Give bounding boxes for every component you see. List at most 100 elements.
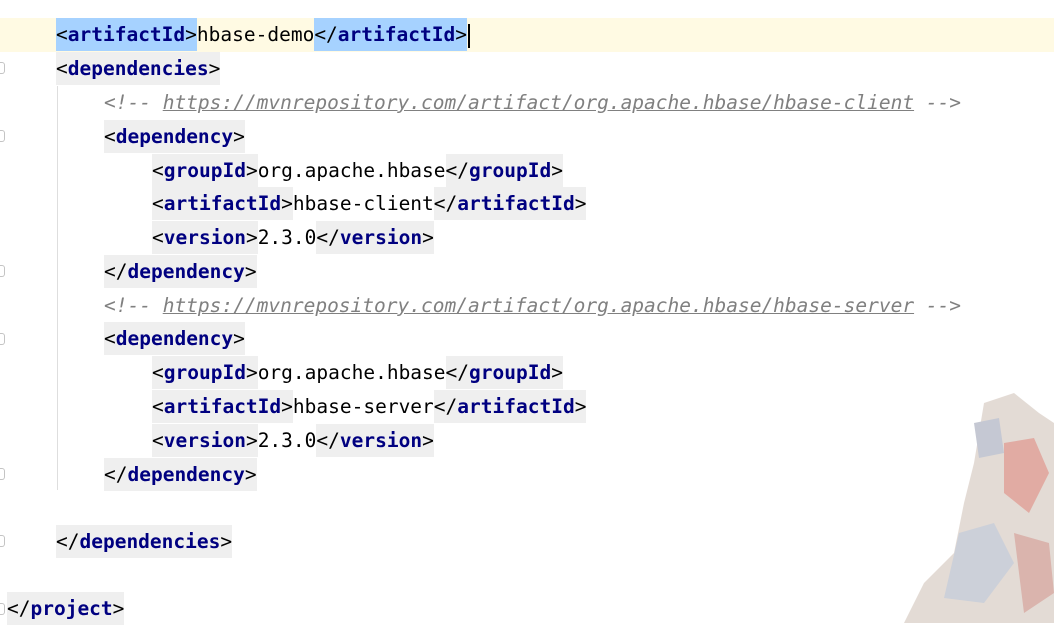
- code-line[interactable]: <version>2.3.0</version>: [152, 221, 434, 254]
- tag-name: version: [163, 429, 246, 452]
- xml-close-tag: </groupId>: [445, 154, 563, 187]
- tag-bracket: >: [281, 192, 293, 215]
- xml-close-tag: </dependency>: [104, 458, 257, 491]
- tag-name: groupId: [163, 361, 246, 384]
- xml-comment: <!-- https://mvnrepository.com/artifact/…: [104, 91, 961, 114]
- code-line[interactable]: <artifactId>hbase-server</artifactId>: [152, 390, 587, 423]
- xml-close-tag: </groupId>: [445, 356, 563, 389]
- xml-open-tag: <version>: [152, 221, 258, 254]
- code-line[interactable]: <version>2.3.0</version>: [152, 424, 434, 457]
- tag-bracket: <: [152, 395, 164, 418]
- code-line[interactable]: </dependency>: [104, 458, 257, 491]
- tag-bracket: </: [316, 429, 340, 452]
- code-line[interactable]: </dependency>: [104, 255, 257, 288]
- tag-bracket: >: [281, 395, 293, 418]
- xml-close-tag: </version>: [316, 424, 434, 457]
- tag-bracket: </: [104, 260, 128, 283]
- tag-bracket: >: [112, 597, 125, 620]
- code-line[interactable]: <!-- https://mvnrepository.com/artifact/…: [104, 86, 961, 119]
- tag-value: hbase-demo: [196, 23, 315, 46]
- xml-open-tag: <dependencies>: [56, 52, 221, 85]
- fold-marker-icon[interactable]: [0, 265, 5, 277]
- tag-name: dependencies: [79, 530, 221, 553]
- comment-link[interactable]: https://mvnrepository.com/artifact/org.a…: [163, 294, 914, 317]
- tag-name: version: [339, 226, 423, 249]
- fold-marker-icon[interactable]: [0, 62, 5, 74]
- xml-open-tag: <artifactId>: [56, 18, 197, 51]
- tag-value: org.apache.hbase: [257, 159, 446, 182]
- xml-open-tag: <dependency>: [104, 322, 245, 355]
- tag-name: dependency: [115, 125, 234, 148]
- tag-bracket: </: [7, 597, 31, 620]
- tag-bracket: >: [185, 23, 197, 46]
- xml-close-tag: </artifactId>: [433, 187, 587, 220]
- xml-comment: <!-- https://mvnrepository.com/artifact/…: [104, 294, 961, 317]
- tag-bracket: >: [574, 395, 587, 418]
- tag-bracket: >: [233, 327, 245, 350]
- tag-bracket: <: [104, 125, 116, 148]
- tag-value: 2.3.0: [257, 226, 317, 249]
- tag-bracket: >: [422, 429, 434, 452]
- tag-bracket: >: [220, 530, 233, 553]
- fold-marker-icon[interactable]: [0, 468, 5, 480]
- tag-bracket: <: [152, 192, 164, 215]
- tag-bracket: </: [433, 395, 458, 418]
- tag-bracket: </: [445, 361, 470, 384]
- code-line[interactable]: <artifactId>hbase-demo</artifactId>: [56, 18, 470, 51]
- xml-open-tag: <artifactId>: [152, 390, 293, 423]
- xml-close-tag: </project>: [7, 592, 125, 625]
- tag-bracket: <: [152, 429, 164, 452]
- tag-name: groupId: [469, 361, 552, 384]
- code-line[interactable]: <dependency>: [104, 322, 245, 355]
- comment-delimiter: <!--: [104, 294, 163, 317]
- code-line[interactable]: <groupId>org.apache.hbase</groupId>: [152, 356, 563, 389]
- tag-name: dependency: [115, 327, 234, 350]
- comment-delimiter: -->: [914, 294, 962, 317]
- indent-guide: [57, 86, 58, 490]
- tag-bracket: >: [245, 159, 258, 182]
- tag-bracket: <: [152, 226, 164, 249]
- fold-marker-icon[interactable]: [0, 603, 5, 615]
- text-caret: [467, 23, 470, 48]
- tag-bracket: </: [104, 463, 128, 486]
- tag-bracket: >: [244, 260, 257, 283]
- tag-bracket: </: [316, 226, 340, 249]
- tag-bracket: >: [551, 159, 563, 182]
- code-line[interactable]: </project>: [7, 592, 125, 625]
- tag-bracket: </: [56, 530, 80, 553]
- tag-name: artifactId: [163, 192, 282, 215]
- xml-open-tag: <groupId>: [152, 356, 258, 389]
- code-line[interactable]: <groupId>org.apache.hbase</groupId>: [152, 154, 563, 187]
- xml-open-tag: <groupId>: [152, 154, 258, 187]
- fold-marker-icon[interactable]: [0, 535, 5, 547]
- tag-bracket: >: [551, 361, 563, 384]
- tag-name: dependencies: [67, 57, 209, 80]
- tag-bracket: </: [445, 159, 470, 182]
- tag-name: dependency: [127, 260, 245, 283]
- tag-bracket: >: [245, 226, 258, 249]
- tag-name: groupId: [469, 159, 552, 182]
- tag-bracket: >: [422, 226, 434, 249]
- xml-open-tag: <dependency>: [104, 120, 245, 153]
- xml-close-tag: </dependency>: [104, 255, 257, 288]
- xml-open-tag: <artifactId>: [152, 187, 293, 220]
- tag-bracket: >: [244, 463, 257, 486]
- code-line[interactable]: <dependency>: [104, 120, 245, 153]
- code-line[interactable]: </dependencies>: [56, 525, 233, 558]
- code-line[interactable]: <artifactId>hbase-client</artifactId>: [152, 187, 587, 220]
- comment-link[interactable]: https://mvnrepository.com/artifact/org.a…: [163, 91, 914, 114]
- comment-delimiter: <!--: [104, 91, 163, 114]
- tag-name: artifactId: [457, 192, 575, 215]
- tag-name: artifactId: [337, 23, 456, 46]
- tag-name: artifactId: [163, 395, 282, 418]
- tag-name: artifactId: [67, 23, 186, 46]
- code-line[interactable]: <!-- https://mvnrepository.com/artifact/…: [104, 289, 961, 322]
- tag-name: version: [339, 429, 423, 452]
- tag-bracket: >: [233, 125, 245, 148]
- fold-marker-icon[interactable]: [0, 130, 5, 142]
- code-line[interactable]: <dependencies>: [56, 52, 221, 85]
- tag-value: org.apache.hbase: [257, 361, 446, 384]
- tag-name: artifactId: [457, 395, 575, 418]
- tag-bracket: >: [208, 57, 221, 80]
- fold-marker-icon[interactable]: [0, 333, 5, 345]
